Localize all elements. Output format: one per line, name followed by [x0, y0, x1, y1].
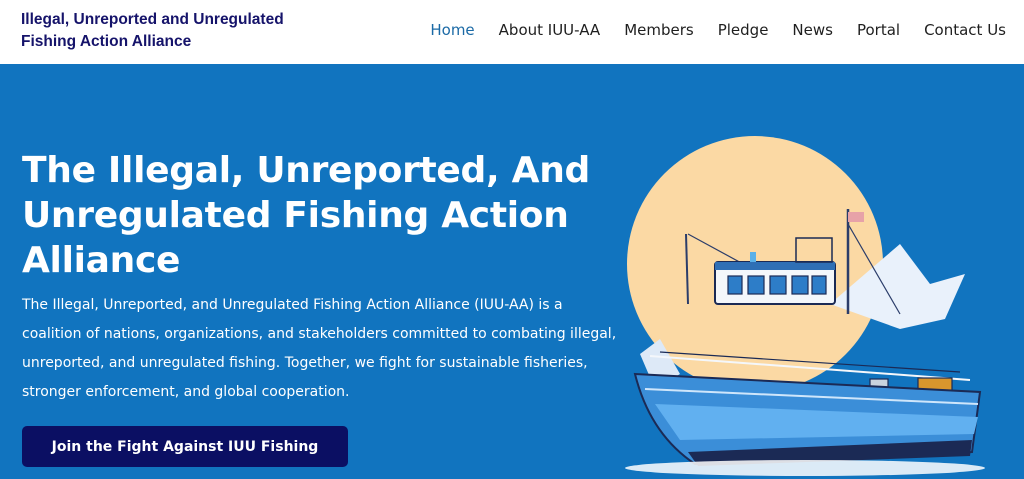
brand-line-2: Fishing Action Alliance [21, 33, 192, 50]
brand-line-1: Illegal, Unreported and Unregulated [21, 11, 284, 28]
main-nav: Home About IUU-AA Members Pledge News Po… [406, 19, 1006, 41]
site-header: Illegal, Unreported and Unregulated Fish… [0, 0, 1024, 64]
nav-item-pledge[interactable]: Pledge [718, 19, 769, 41]
hero-section: The Illegal, Unreported, And Unregulated… [0, 64, 1024, 479]
fishing-boat-illustration [625, 136, 985, 476]
nav-item-members[interactable]: Members [624, 19, 694, 41]
nav-item-news[interactable]: News [792, 19, 833, 41]
nav-item-about[interactable]: About IUU-AA [499, 19, 601, 41]
join-fight-button[interactable]: Join the Fight Against IUU Fishing [22, 426, 348, 467]
hero-description: The Illegal, Unreported, and Unregulated… [22, 297, 617, 400]
nav-item-portal[interactable]: Portal [857, 19, 900, 41]
nav-item-home[interactable]: Home [430, 19, 474, 41]
hero-title: The Illegal, Unreported, And Unregulated… [22, 150, 590, 281]
nav-item-contact[interactable]: Contact Us [924, 19, 1006, 41]
site-brand[interactable]: Illegal, Unreported and Unregulated Fish… [21, 9, 321, 53]
